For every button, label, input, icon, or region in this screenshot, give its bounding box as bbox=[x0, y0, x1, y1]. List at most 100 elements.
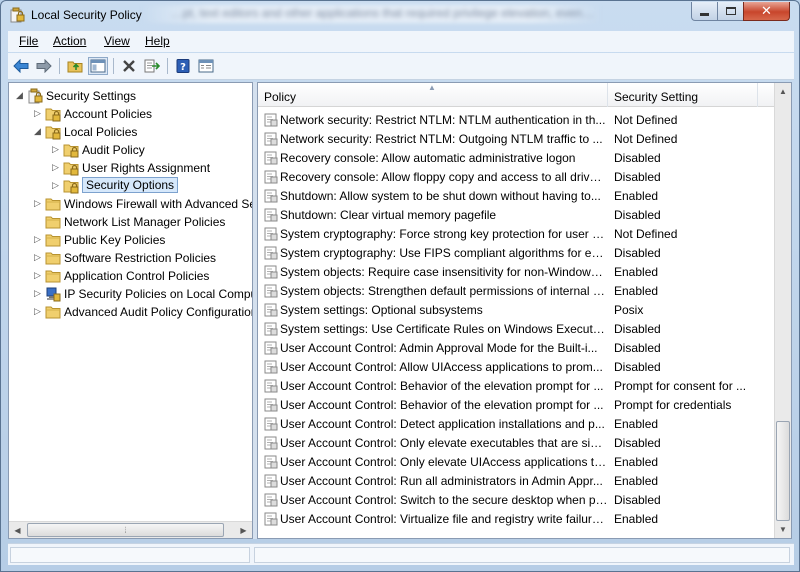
folder-icon bbox=[45, 268, 61, 284]
expand-arrow-icon[interactable]: ▷ bbox=[33, 199, 42, 208]
export-list-button[interactable] bbox=[142, 57, 162, 75]
tree-item-label: Audit Policy bbox=[82, 143, 145, 157]
svg-text:?: ? bbox=[180, 62, 186, 73]
show-hide-console-tree-button[interactable] bbox=[88, 57, 108, 75]
policy-row[interactable]: User Account Control: Admin Approval Mod… bbox=[258, 339, 776, 358]
policy-row[interactable]: System settings: Use Certificate Rules o… bbox=[258, 320, 776, 339]
policy-row[interactable]: System cryptography: Use FIPS compliant … bbox=[258, 244, 776, 263]
policy-setting-icon bbox=[264, 493, 278, 507]
policy-row[interactable]: User Account Control: Virtualize file an… bbox=[258, 510, 776, 529]
menu-help[interactable]: Help bbox=[145, 34, 170, 48]
delete-button[interactable] bbox=[119, 57, 139, 75]
policy-setting-icon bbox=[264, 113, 278, 127]
close-button[interactable]: ✕ bbox=[743, 2, 790, 21]
tree-item-label: Local Policies bbox=[64, 125, 138, 139]
security-setting-value: Disabled bbox=[614, 170, 661, 184]
scroll-up-arrow-icon[interactable]: ▲ bbox=[775, 83, 791, 100]
collapse-arrow-icon[interactable]: ◢ bbox=[33, 127, 42, 136]
expand-arrow-icon[interactable]: ▷ bbox=[33, 253, 42, 262]
policy-name: User Account Control: Virtualize file an… bbox=[280, 512, 608, 526]
menu-view[interactable]: View bbox=[104, 34, 130, 48]
folder-icon bbox=[45, 196, 61, 212]
expand-arrow-icon[interactable]: ▷ bbox=[51, 145, 60, 154]
expand-arrow-icon[interactable]: ▷ bbox=[33, 271, 42, 280]
policy-row[interactable]: Network security: Restrict NTLM: Outgoin… bbox=[258, 130, 776, 149]
minimize-button[interactable] bbox=[691, 2, 718, 21]
title-bar[interactable]: …pt, text editors and other applications… bbox=[1, 1, 799, 29]
policy-list-view: Policy ▲ Security Setting Network securi… bbox=[257, 82, 792, 539]
policy-row[interactable]: User Account Control: Switch to the secu… bbox=[258, 491, 776, 510]
properties-button[interactable] bbox=[196, 57, 216, 75]
folder-icon bbox=[45, 304, 61, 320]
expand-arrow-icon[interactable]: ▷ bbox=[33, 289, 42, 298]
security-policy-app-icon bbox=[10, 7, 25, 23]
security-setting-value: Enabled bbox=[614, 189, 659, 203]
expand-arrow-icon[interactable]: ▷ bbox=[33, 109, 42, 118]
policy-name: Shutdown: Allow system to be shut down w… bbox=[280, 189, 601, 203]
maximize-icon bbox=[725, 7, 736, 15]
list-vertical-scrollbar[interactable]: ▲ ▼ bbox=[774, 83, 791, 538]
policy-row[interactable]: User Account Control: Detect application… bbox=[258, 415, 776, 434]
policy-row[interactable]: User Account Control: Only elevate execu… bbox=[258, 434, 776, 453]
expand-arrow-icon[interactable]: ▷ bbox=[51, 181, 60, 190]
minimize-icon bbox=[700, 12, 709, 16]
column-header-policy-label: Policy bbox=[264, 90, 297, 104]
menu-action[interactable]: Action bbox=[53, 34, 86, 48]
policy-name: User Account Control: Behavior of the el… bbox=[280, 379, 604, 393]
column-header-policy[interactable]: Policy ▲ bbox=[258, 83, 608, 107]
policy-row[interactable]: User Account Control: Only elevate UIAcc… bbox=[258, 453, 776, 472]
back-button[interactable] bbox=[11, 57, 31, 75]
security-setting-value: Prompt for credentials bbox=[614, 398, 732, 412]
policy-row[interactable]: System settings: Optional subsystems Posi… bbox=[258, 301, 776, 320]
maximize-button[interactable] bbox=[717, 2, 744, 21]
policy-name: Recovery console: Allow automatic admini… bbox=[280, 151, 576, 165]
policy-row[interactable]: User Account Control: Behavior of the el… bbox=[258, 377, 776, 396]
expand-arrow-icon[interactable]: ▷ bbox=[51, 163, 60, 172]
policy-name: User Account Control: Behavior of the el… bbox=[280, 398, 604, 412]
policy-name: Shutdown: Clear virtual memory pagefile bbox=[280, 208, 497, 222]
policy-setting-icon bbox=[264, 455, 278, 469]
policy-row[interactable]: User Account Control: Allow UIAccess app… bbox=[258, 358, 776, 377]
collapse-arrow-icon[interactable]: ◢ bbox=[15, 91, 24, 100]
policy-row[interactable]: Recovery console: Allow automatic admini… bbox=[258, 149, 776, 168]
vertical-scroll-thumb[interactable] bbox=[776, 421, 790, 521]
tree-item-label: Application Control Policies bbox=[64, 269, 210, 283]
help-button[interactable]: ? bbox=[173, 57, 193, 75]
security-setting-value: Disabled bbox=[614, 322, 661, 336]
policy-name: Network security: Restrict NTLM: NTLM au… bbox=[280, 113, 606, 127]
toolbar-separator bbox=[59, 58, 60, 74]
expand-arrow-icon[interactable]: ▷ bbox=[33, 235, 42, 244]
policy-row[interactable]: Network security: Restrict NTLM: NTLM au… bbox=[258, 111, 776, 130]
forward-button[interactable] bbox=[34, 57, 54, 75]
menu-file[interactable]: File bbox=[19, 34, 38, 48]
scroll-right-arrow-icon[interactable]: ▶ bbox=[235, 522, 252, 538]
status-cell bbox=[254, 547, 790, 563]
policy-row[interactable]: Shutdown: Clear virtual memory pagefile D… bbox=[258, 206, 776, 225]
security-setting-value: Enabled bbox=[614, 417, 659, 431]
policy-row[interactable]: System objects: Require case insensitivi… bbox=[258, 263, 776, 282]
tree-item-label: Network List Manager Policies bbox=[64, 215, 226, 229]
folder-lock-icon bbox=[45, 124, 61, 140]
console-tree[interactable]: ◢ Security Settings ▷ Account Policies ◢ Loca… bbox=[8, 82, 253, 539]
policy-row[interactable]: Shutdown: Allow system to be shut down w… bbox=[258, 187, 776, 206]
column-header-setting[interactable]: Security Setting bbox=[608, 83, 758, 107]
policy-row[interactable]: Recovery console: Allow floppy copy and … bbox=[258, 168, 776, 187]
policy-setting-icon bbox=[264, 132, 278, 146]
ip-security-icon bbox=[45, 286, 61, 302]
tree-horizontal-scrollbar[interactable]: ◀ ⦙ ▶ bbox=[9, 521, 252, 538]
folder-icon bbox=[45, 250, 61, 266]
security-setting-value: Disabled bbox=[614, 151, 661, 165]
scroll-down-arrow-icon[interactable]: ▼ bbox=[775, 521, 791, 538]
scroll-left-arrow-icon[interactable]: ◀ bbox=[9, 522, 26, 538]
policy-row[interactable]: User Account Control: Run all administra… bbox=[258, 472, 776, 491]
policy-setting-icon bbox=[264, 265, 278, 279]
policy-row[interactable]: User Account Control: Behavior of the el… bbox=[258, 396, 776, 415]
policy-setting-icon bbox=[264, 151, 278, 165]
expand-arrow-icon[interactable]: ▷ bbox=[33, 307, 42, 316]
up-one-level-button[interactable] bbox=[65, 57, 85, 75]
policy-name: Network security: Restrict NTLM: Outgoin… bbox=[280, 132, 603, 146]
horizontal-scroll-thumb[interactable]: ⦙ bbox=[27, 523, 224, 537]
tree-item-label: Windows Firewall with Advanced Secu bbox=[64, 197, 253, 211]
policy-row[interactable]: System cryptography: Force strong key pr… bbox=[258, 225, 776, 244]
policy-row[interactable]: System objects: Strengthen default permi… bbox=[258, 282, 776, 301]
